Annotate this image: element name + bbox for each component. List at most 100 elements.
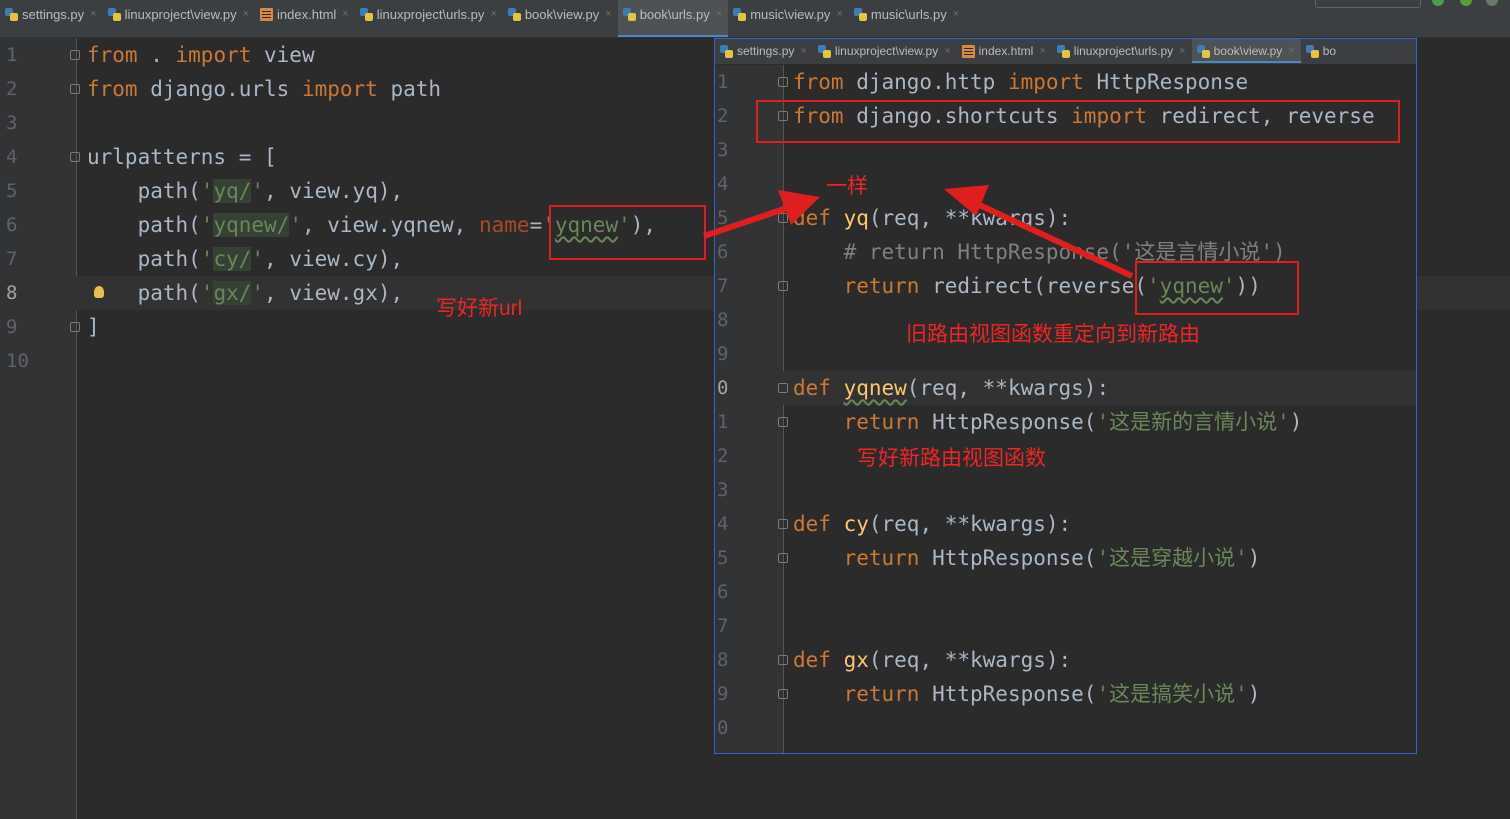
line-number: 5 <box>6 180 18 202</box>
html-file-icon <box>961 44 975 58</box>
code-line[interactable]: 8 def gx(req, **kwargs): <box>715 643 1416 677</box>
fold-marker-icon[interactable] <box>778 655 788 665</box>
code-line[interactable]: 6 # return HttpResponse('这是言情小说') <box>715 235 1416 269</box>
code-line[interactable]: 5 return HttpResponse('这是穿越小说') <box>715 541 1416 575</box>
close-tab-icon[interactable]: × <box>800 45 806 57</box>
close-tab-icon[interactable]: × <box>605 8 611 20</box>
annotation-box-import <box>756 100 1400 143</box>
code-line[interactable]: 9 return HttpResponse('这是搞笑小说') <box>715 677 1416 711</box>
code-token: yq <box>843 206 869 230</box>
floating-tab-3[interactable]: linuxproject\urls.py × <box>1052 39 1192 63</box>
code-line[interactable]: 4 <box>715 167 1416 201</box>
code-line[interactable]: 5 def yq(req, **kwargs): <box>715 201 1416 235</box>
tab-7[interactable]: music\urls.py × <box>849 0 965 37</box>
fold-marker-icon[interactable] <box>70 84 80 94</box>
code-text: path('yq/', view.yq), <box>87 174 403 208</box>
fold-marker-icon[interactable] <box>778 213 788 223</box>
line-number: 2 <box>6 78 18 100</box>
line-number: 7 <box>717 615 729 637</box>
code-token: (req, **kwargs): <box>868 206 1072 230</box>
floating-editor-tab-bar: settings.py × linuxproject\view.py × index.h… <box>715 39 1416 65</box>
code-line[interactable]: 4 def cy(req, **kwargs): <box>715 507 1416 541</box>
close-tab-icon[interactable]: × <box>90 8 96 20</box>
code-line[interactable]: 0 def yqnew(req, **kwargs): <box>715 371 1416 405</box>
code-token: django.http <box>843 70 1008 94</box>
fold-marker-icon[interactable] <box>778 383 788 393</box>
annotation-box-url-name <box>549 205 706 260</box>
line-number: 8 <box>6 282 18 304</box>
fold-marker-icon[interactable] <box>778 553 788 563</box>
fold-marker-icon[interactable] <box>70 152 80 162</box>
line-number: 6 <box>717 241 729 263</box>
lightbulb-icon[interactable] <box>94 286 104 298</box>
close-tab-icon[interactable]: × <box>716 8 722 20</box>
run-configuration-selector[interactable] <box>1315 0 1421 8</box>
python-file-icon <box>107 7 121 21</box>
code-token: ) <box>1247 546 1261 570</box>
code-line[interactable]: 0 <box>715 711 1416 745</box>
code-line[interactable]: 1 return HttpResponse('这是新的言情小说') <box>715 405 1416 439</box>
code-line[interactable]: 6 <box>715 575 1416 609</box>
code-line[interactable]: 1 from django.http import HttpResponse <box>715 65 1416 99</box>
python-file-icon <box>1305 44 1319 58</box>
floating-tab-1[interactable]: linuxproject\view.py × <box>813 39 957 63</box>
annotation-same: 一样 <box>826 175 868 198</box>
fold-marker-icon[interactable] <box>778 417 788 427</box>
floating-tab-0[interactable]: settings.py × <box>715 39 813 63</box>
close-tab-icon[interactable]: × <box>490 8 496 20</box>
code-token: cy <box>843 512 869 536</box>
html-file-icon <box>260 7 274 21</box>
close-tab-icon[interactable]: × <box>836 8 842 20</box>
floating-code-editor[interactable]: 1 from django.http import HttpResponse 2 fr… <box>715 65 1416 753</box>
code-token: def <box>793 648 844 672</box>
close-tab-icon[interactable]: × <box>1039 45 1045 57</box>
tab-3[interactable]: linuxproject\urls.py × <box>355 0 503 37</box>
code-line[interactable]: 2 <box>715 439 1416 473</box>
code-text: urlpatterns = [ <box>87 140 277 174</box>
fold-marker-icon[interactable] <box>778 689 788 699</box>
floating-tab-2[interactable]: index.html × <box>957 39 1052 63</box>
code-token: path( <box>87 247 201 271</box>
tab-4[interactable]: book\view.py × <box>503 0 618 37</box>
fold-marker-icon[interactable] <box>778 281 788 291</box>
close-tab-icon[interactable]: × <box>243 8 249 20</box>
close-tab-icon[interactable]: × <box>342 8 348 20</box>
python-file-icon <box>853 7 867 21</box>
code-token: = <box>529 213 543 237</box>
floating-tab-5[interactable]: bo <box>1301 39 1342 63</box>
line-number: 3 <box>717 139 729 161</box>
close-tab-icon[interactable]: × <box>953 8 959 20</box>
code-token: def <box>793 206 844 230</box>
floating-editor-window[interactable]: settings.py × linuxproject\view.py × index.h… <box>714 38 1417 754</box>
tab-0[interactable]: settings.py × <box>0 0 103 37</box>
code-token: return <box>843 274 920 298</box>
line-number: 1 <box>6 44 18 66</box>
code-line[interactable]: 3 <box>715 473 1416 507</box>
close-tab-icon[interactable]: × <box>1179 45 1185 57</box>
tab-2[interactable]: index.html × <box>255 0 355 37</box>
code-token: ) <box>1247 682 1261 706</box>
tab-label: book\urls.py <box>639 6 710 22</box>
python-file-icon <box>359 7 373 21</box>
code-text: def yq(req, **kwargs): <box>793 201 1071 235</box>
python-file-icon <box>507 7 521 21</box>
fold-marker-icon[interactable] <box>778 77 788 87</box>
code-line[interactable]: 7 <box>715 609 1416 643</box>
tab-1[interactable]: linuxproject\view.py × <box>103 0 255 37</box>
code-line[interactable]: 7 return redirect(reverse('yqnew')) <box>715 269 1416 303</box>
fold-marker-icon[interactable] <box>70 322 80 332</box>
fold-marker-icon[interactable] <box>70 50 80 60</box>
fold-marker-icon[interactable] <box>778 519 788 529</box>
tab-label: music\view.py <box>750 6 831 22</box>
line-number: 3 <box>6 112 18 134</box>
code-token: path( <box>87 213 201 237</box>
floating-tab-4[interactable]: book\view.py × <box>1191 39 1301 63</box>
tab-5[interactable]: book\urls.py × <box>617 0 729 37</box>
code-token: path <box>377 77 442 101</box>
tab-6[interactable]: music\view.py × <box>728 0 849 37</box>
code-token: ) <box>1289 410 1303 434</box>
code-token: . <box>137 43 176 67</box>
code-token: ] <box>87 315 100 339</box>
close-tab-icon[interactable]: × <box>1288 45 1294 57</box>
close-tab-icon[interactable]: × <box>944 45 950 57</box>
